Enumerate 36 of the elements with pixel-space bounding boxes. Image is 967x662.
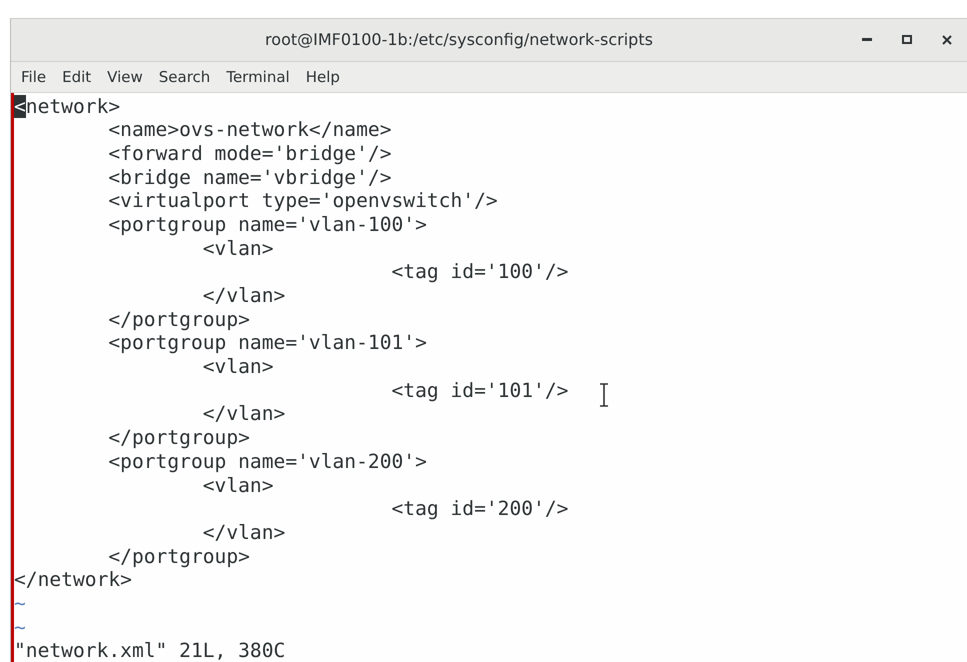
empty-line-marker: ~ — [14, 616, 26, 640]
code-line: </portgroup> — [107, 544, 250, 568]
menu-item[interactable]: Help — [298, 68, 348, 86]
maximize-icon — [902, 35, 912, 44]
close-icon — [942, 34, 952, 45]
window-title: root@IMF0100-1b:/etc/sysconfig/network-scripts — [264, 30, 654, 50]
code-line: </portgroup> — [107, 308, 250, 332]
code-line: <forward mode='bridge'/> — [107, 142, 392, 166]
code-line: <tag id='100'/> — [390, 260, 568, 284]
code-line: </vlan> — [202, 520, 286, 545]
code-line: <portgroup name='vlan-101'> — [107, 331, 427, 356]
code-line: <portgroup name='vlan-100'> — [107, 212, 427, 237]
code-line: <bridge name='vbridge'/> — [107, 166, 392, 190]
status-line: "network.xml" 21L, 380C — [14, 639, 286, 662]
text-cursor-icon — [599, 382, 609, 406]
code-line: <vlan> — [202, 474, 274, 498]
code-line: </vlan> — [202, 402, 286, 426]
code-line: <vlan> — [202, 355, 274, 379]
minimize-icon — [862, 38, 872, 42]
code-line: <virtualport type='openvswitch'/> — [107, 189, 498, 213]
empty-line-marker: ~ — [14, 592, 26, 616]
menu-item[interactable]: Terminal — [218, 68, 298, 86]
code-line: </network> — [14, 568, 132, 592]
code-line: </portgroup> — [107, 426, 250, 450]
code-line: </vlan> — [202, 284, 286, 308]
code-line: <vlan> — [202, 236, 274, 260]
menu-item[interactable]: Edit — [54, 68, 100, 86]
menu-item[interactable]: File — [13, 68, 54, 86]
code-line: <name>ovs-network</name> — [107, 118, 392, 142]
text-cursor: < — [14, 94, 26, 118]
code-line: <tag id='200'/> — [390, 497, 568, 521]
menu-item[interactable]: Search — [150, 68, 218, 86]
code-line: <network> — [14, 94, 120, 118]
code-line: <tag id='101'/> — [390, 378, 568, 402]
menu-item[interactable]: View — [99, 68, 151, 86]
code-line: <portgroup name='vlan-200'> — [107, 450, 427, 474]
